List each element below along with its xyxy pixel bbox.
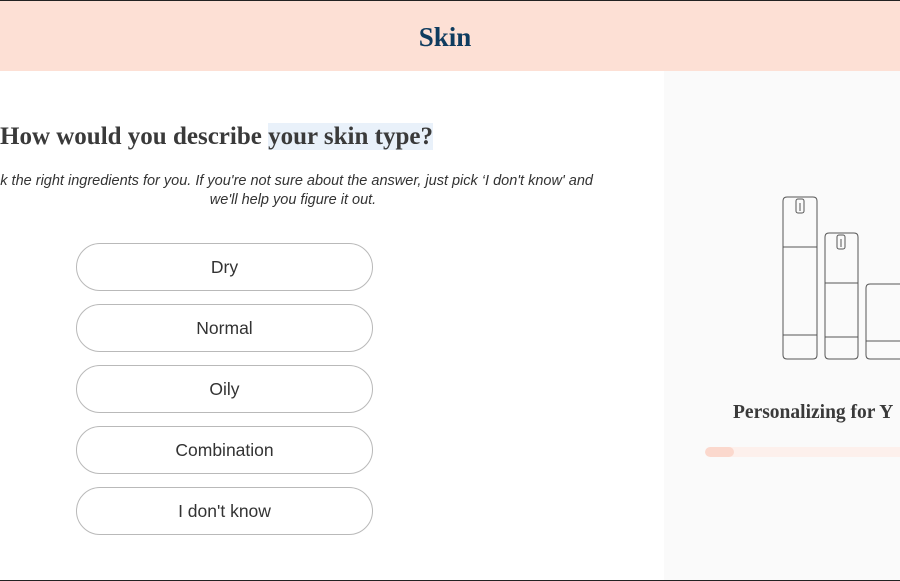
question-heading: How would you describe your skin type? [0,120,433,154]
option-normal-button[interactable]: Normal [76,304,373,352]
page-title: Skin [418,22,472,52]
question-panel: How would you describe your skin type? c… [0,71,664,580]
option-dry-button[interactable]: Dry [76,243,373,291]
question-text: How would you describe [0,123,269,150]
question-highlight: your skin type? [268,123,433,150]
option-dont-know-button[interactable]: I don't know [76,487,373,535]
quiz-page: Skin How would you describe your skin ty… [0,0,900,581]
question-description: ck the right ingredients for you. If you… [0,173,593,208]
skincare-bottles-icon [774,191,900,368]
personalizing-status: Personalizing for Y [733,402,894,423]
personalizing-panel: Personalizing for Y [664,71,900,580]
option-combination-button[interactable]: Combination [76,426,373,474]
header-bar: Skin [0,1,900,71]
option-oily-button[interactable]: Oily [76,365,373,413]
progress-bar [705,447,900,457]
progress-bar-fill [705,447,734,457]
